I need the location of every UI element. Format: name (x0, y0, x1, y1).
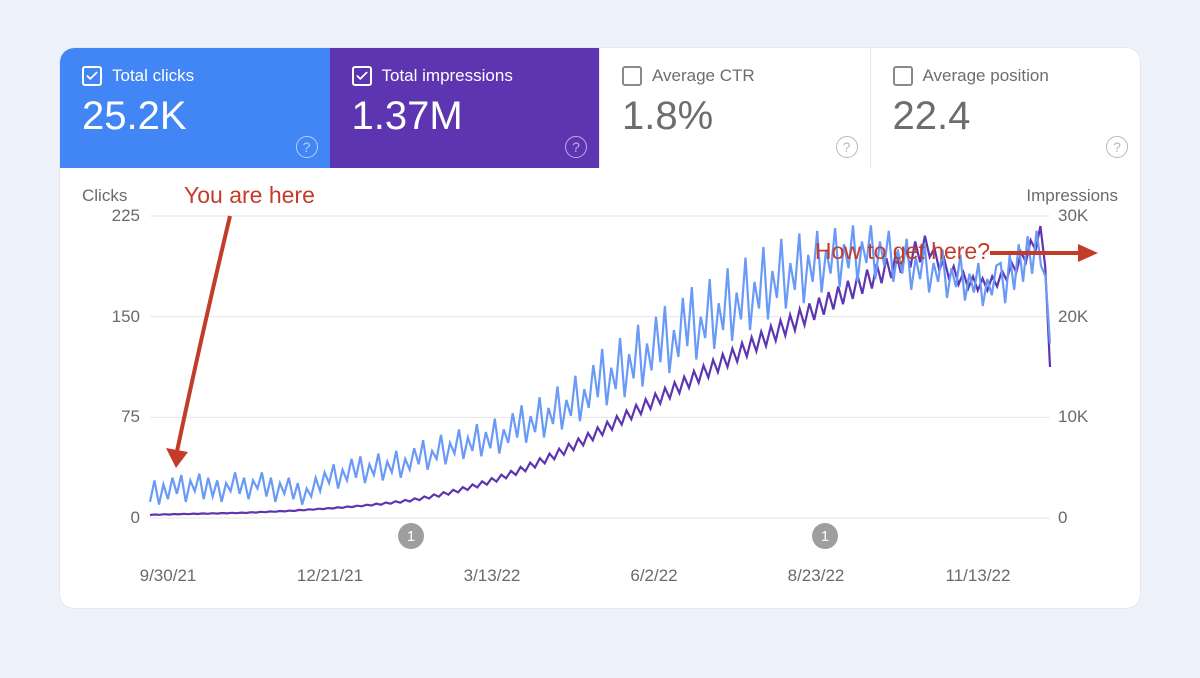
metric-label: Total clicks (112, 66, 194, 86)
metric-label: Average CTR (652, 66, 755, 86)
metric-label: Average position (923, 66, 1049, 86)
metric-average-ctr[interactable]: Average CTR 1.8% ? (599, 48, 870, 168)
x-tick: 9/30/21 (140, 566, 197, 586)
help-icon[interactable]: ? (296, 136, 318, 158)
y-tick-left: 150 (100, 307, 140, 327)
y-axis-right-label: Impressions (1026, 186, 1118, 206)
help-icon[interactable]: ? (836, 136, 858, 158)
x-tick: 3/13/22 (464, 566, 521, 586)
metric-value: 1.37M (352, 94, 578, 139)
chart: Clicks Impressions 225 150 75 0 30K 20K … (60, 168, 1140, 608)
metric-total-clicks[interactable]: Total clicks 25.2K ? (60, 48, 330, 168)
x-tick: 12/21/21 (297, 566, 363, 586)
timeline-marker[interactable]: 1 (398, 523, 424, 549)
y-tick-right: 0 (1058, 508, 1108, 528)
y-tick-left: 225 (100, 206, 140, 226)
metric-total-impressions[interactable]: Total impressions 1.37M ? (330, 48, 600, 168)
y-axis-left-label: Clicks (82, 186, 127, 206)
checkbox-icon[interactable] (352, 66, 372, 86)
metrics-row: Total clicks 25.2K ? Total impressions 1… (60, 48, 1140, 168)
y-tick-left: 75 (100, 407, 140, 427)
series-clicks (150, 225, 1050, 504)
timeline-marker[interactable]: 1 (812, 523, 838, 549)
arrow-icon (990, 240, 1100, 266)
annotation-how-to-get-here: How to get here? (815, 238, 990, 265)
x-tick: 11/13/22 (946, 566, 1011, 586)
help-icon[interactable]: ? (565, 136, 587, 158)
x-tick: 6/2/22 (630, 566, 677, 586)
y-tick-right: 20K (1058, 307, 1108, 327)
y-tick-right: 30K (1058, 206, 1108, 226)
annotation-you-are-here: You are here (184, 182, 315, 209)
dashboard-card: Total clicks 25.2K ? Total impressions 1… (60, 48, 1140, 608)
arrow-icon (160, 212, 250, 472)
help-icon[interactable]: ? (1106, 136, 1128, 158)
checkbox-icon[interactable] (82, 66, 102, 86)
metric-value: 22.4 (893, 94, 1119, 139)
checkbox-icon[interactable] (893, 66, 913, 86)
x-tick: 8/23/22 (788, 566, 845, 586)
metric-average-position[interactable]: Average position 22.4 ? (870, 48, 1141, 168)
y-tick-left: 0 (100, 508, 140, 528)
metric-value: 1.8% (622, 94, 848, 139)
checkbox-icon[interactable] (622, 66, 642, 86)
y-tick-right: 10K (1058, 407, 1108, 427)
metric-value: 25.2K (82, 94, 308, 139)
x-axis: 9/30/21 12/21/21 3/13/22 6/2/22 8/23/22 … (150, 566, 1050, 590)
metric-label: Total impressions (382, 66, 513, 86)
